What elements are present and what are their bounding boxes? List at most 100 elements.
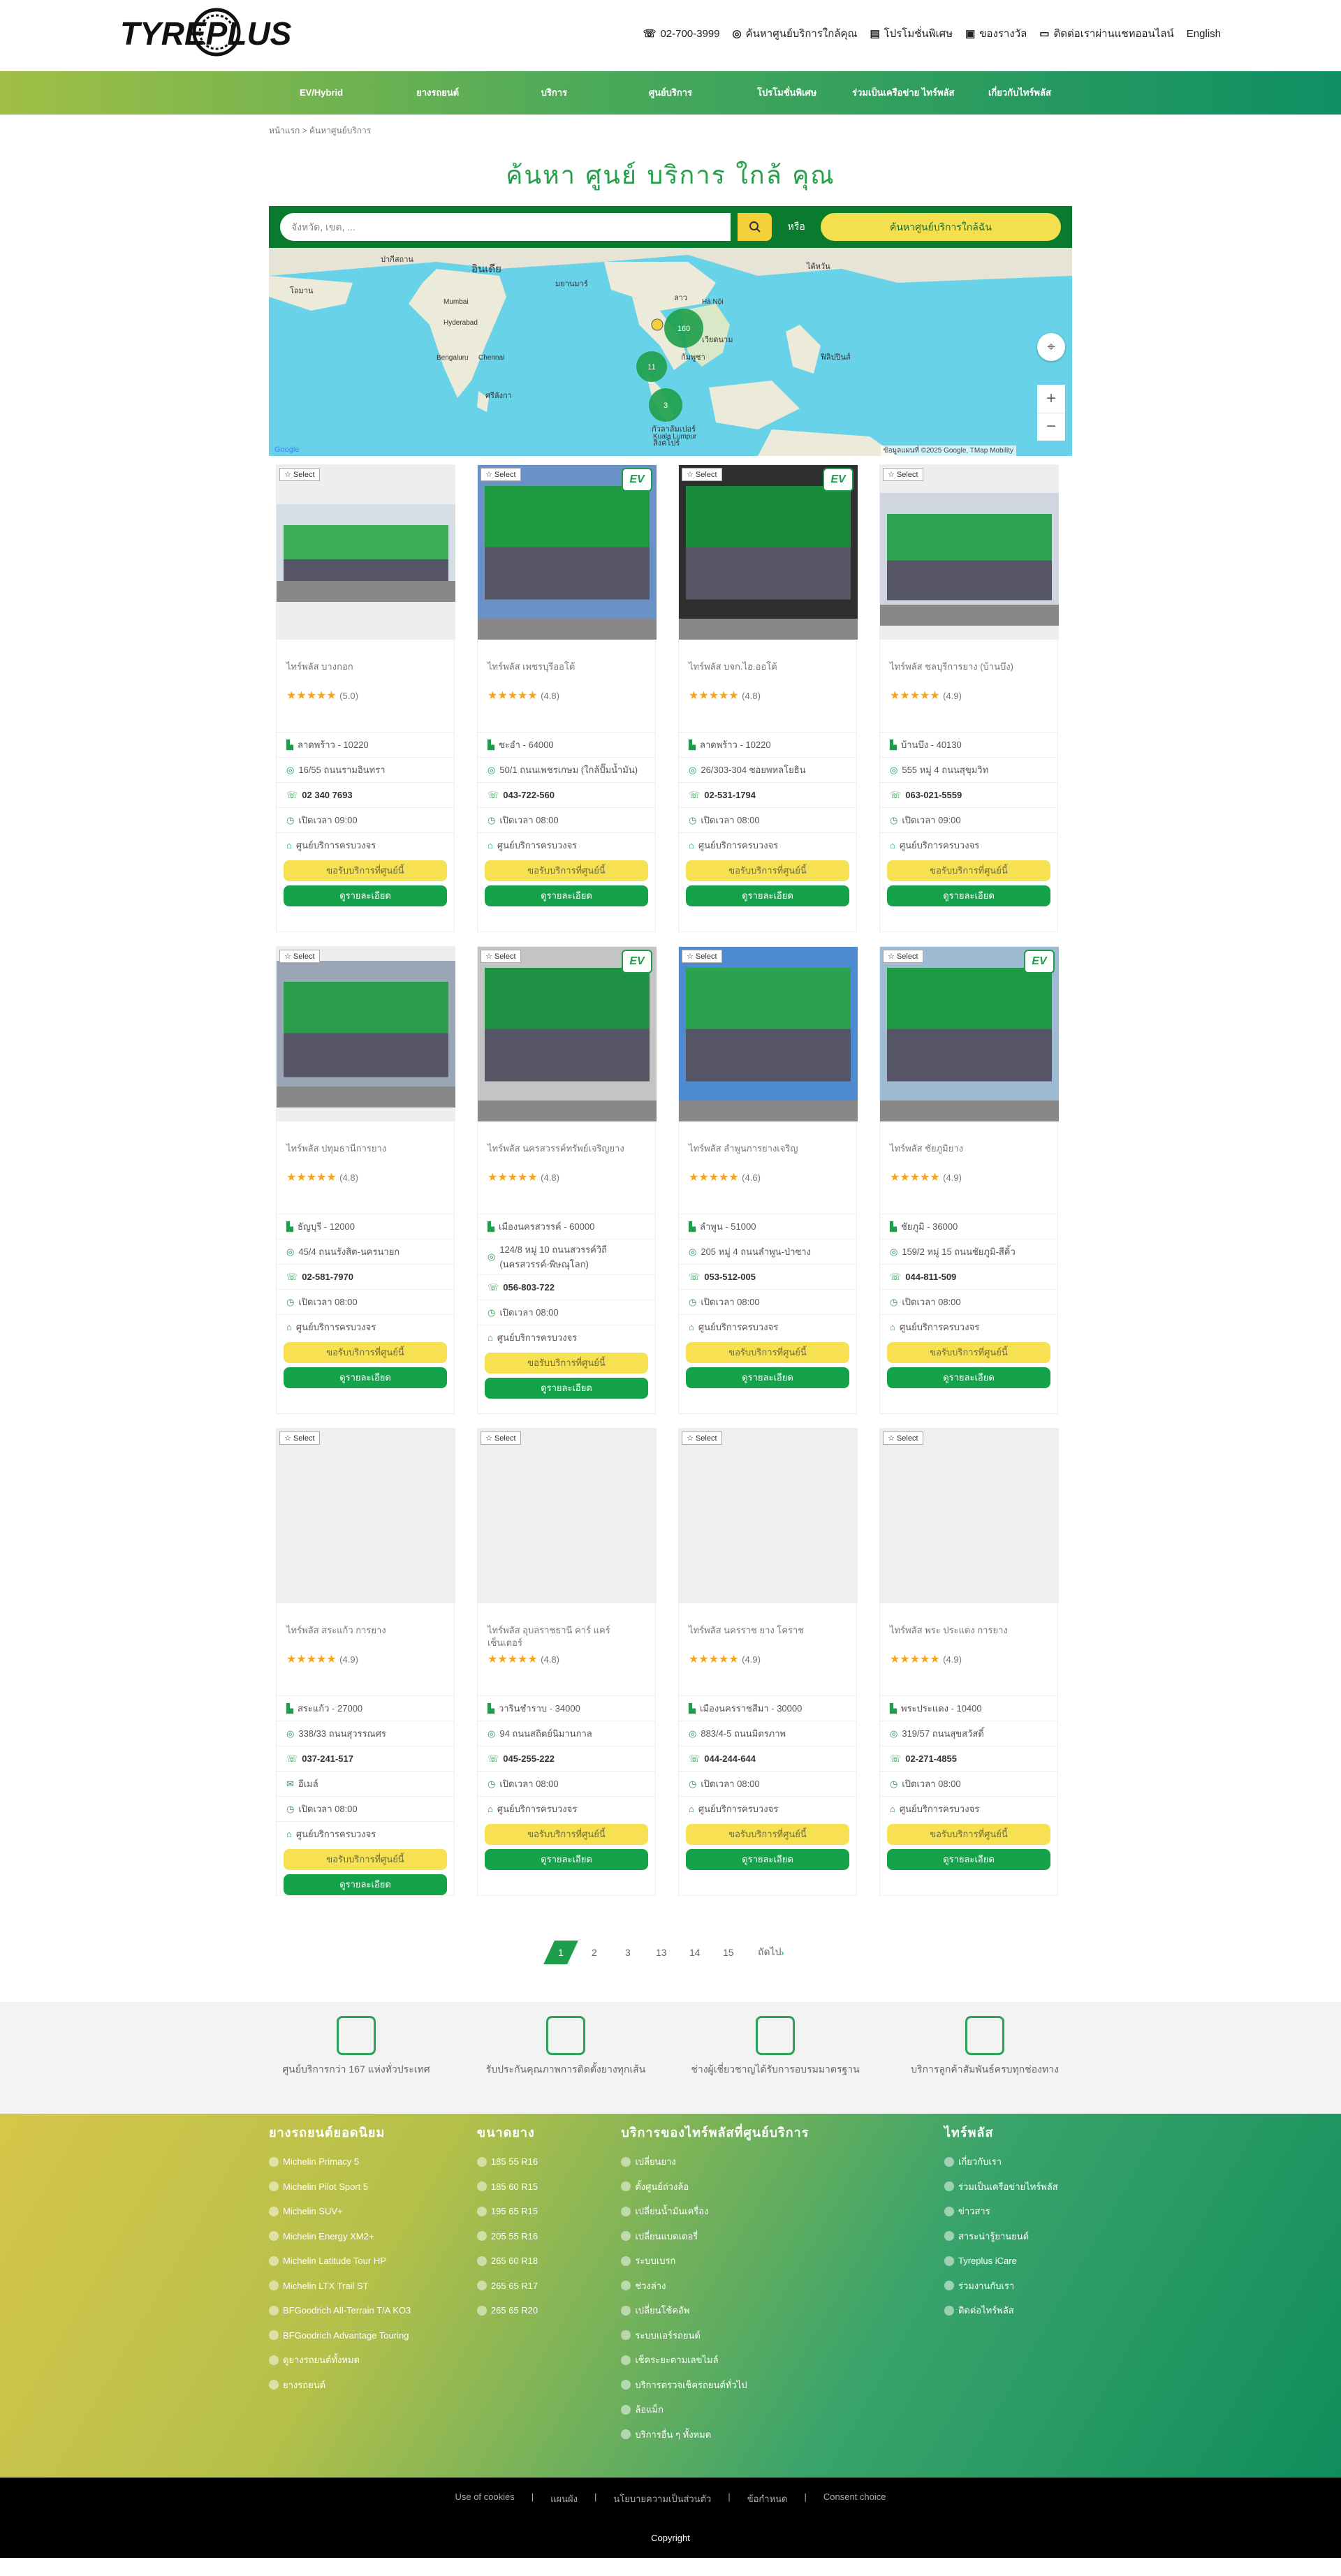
request-service-button[interactable]: ขอรับบริการที่ศูนย์นี้: [887, 1342, 1050, 1363]
near-me-button[interactable]: ค้นหาศูนย์บริการใกล้ฉัน: [820, 213, 1061, 241]
nav-item[interactable]: ศูนย์บริการ: [618, 86, 723, 100]
request-service-button[interactable]: ขอรับบริการที่ศูนย์นี้: [887, 860, 1050, 881]
view-detail-button[interactable]: ดูรายละเอียด: [485, 1378, 648, 1399]
select-button[interactable]: ☆ Select: [481, 950, 521, 963]
store-phone[interactable]: ☏ 044-811-509: [880, 1264, 1057, 1289]
select-button[interactable]: ☆ Select: [883, 950, 923, 963]
page-3[interactable]: 3: [610, 1941, 645, 1964]
request-service-button[interactable]: ขอรับบริการที่ศูนย์นี้: [887, 1824, 1050, 1845]
footer-link[interactable]: ดูยางรถยนต์ทั้งหมด: [269, 2348, 435, 2373]
page-next[interactable]: ถัดไป ›: [745, 1941, 798, 1964]
language-switch[interactable]: English: [1187, 28, 1221, 40]
store-photo[interactable]: ☆ Select: [679, 1429, 858, 1603]
store-phone[interactable]: ☏ 043-722-560: [478, 782, 655, 807]
select-button[interactable]: ☆ Select: [682, 1431, 722, 1445]
footer-link[interactable]: ร่วมเป็นเครือข่ายไทร์พลัส: [944, 2174, 1072, 2200]
page-2[interactable]: 2: [577, 1941, 612, 1964]
store-phone[interactable]: ☏ 02-531-1794: [679, 782, 856, 807]
store-name[interactable]: ไทร์พลัส ปทุมธานีการยาง: [277, 1142, 454, 1170]
store-phone[interactable]: ☏ 02-271-4855: [880, 1746, 1057, 1771]
footer-link[interactable]: ติดต่อไทร์พลัส: [944, 2298, 1072, 2323]
page-1[interactable]: 1: [543, 1941, 578, 1964]
view-detail-button[interactable]: ดูรายละเอียด: [887, 885, 1050, 906]
footer-link[interactable]: บริการตรวจเช็ครถยนต์ทั่วไป: [621, 2373, 902, 2398]
nav-item[interactable]: EV/Hybrid: [269, 86, 374, 100]
nav-item[interactable]: โปรโมชั่นพิเศษ: [735, 86, 840, 100]
footer-link[interactable]: Michelin Energy XM2+: [269, 2224, 435, 2249]
view-detail-button[interactable]: ดูรายละเอียด: [686, 1849, 849, 1870]
footer-link[interactable]: Michelin Latitude Tour HP: [269, 2249, 435, 2274]
request-service-button[interactable]: ขอรับบริการที่ศูนย์นี้: [485, 1353, 648, 1374]
bottom-link[interactable]: ข้อกำหนด: [747, 2492, 788, 2506]
view-detail-button[interactable]: ดูรายละเอียด: [887, 1849, 1050, 1870]
phone-link[interactable]: ☏ 02-700-3999: [643, 27, 720, 41]
footer-link[interactable]: ตั้งศูนย์ถ่วงล้อ: [621, 2174, 902, 2200]
store-name[interactable]: ไทร์พลัส พระ ประแดง การยาง: [880, 1624, 1057, 1652]
bottom-link[interactable]: Use of cookies: [455, 2492, 514, 2506]
store-name[interactable]: ไทร์พลัส อุบลราชธานี คาร์ แคร์ เซ็นเตอร์: [478, 1624, 655, 1652]
footer-link[interactable]: 185 60 R15: [476, 2174, 579, 2200]
request-service-button[interactable]: ขอรับบริการที่ศูนย์นี้: [284, 1342, 447, 1363]
store-name[interactable]: ไทร์พลัส สระแก้ว การยาง: [277, 1624, 454, 1652]
footer-link[interactable]: ร่วมงานกับเรา: [944, 2274, 1072, 2299]
footer-link[interactable]: ยางรถยนต์: [269, 2373, 435, 2398]
store-name[interactable]: ไทร์พลัส บางกอก: [277, 661, 454, 689]
store-photo[interactable]: ☆ Select: [679, 947, 858, 1121]
store-name[interactable]: ไทร์พลัส ชลบุรีการยาง (บ้านบึง): [880, 661, 1057, 689]
store-name[interactable]: ไทร์พลัส ชัยภูมิยาง: [880, 1142, 1057, 1170]
select-button[interactable]: ☆ Select: [481, 468, 521, 481]
view-detail-button[interactable]: ดูรายละเอียด: [284, 1367, 447, 1388]
store-photo[interactable]: ☆ Select: [880, 465, 1059, 640]
request-service-button[interactable]: ขอรับบริการที่ศูนย์นี้: [686, 860, 849, 881]
footer-link[interactable]: เช็คระยะตามเลขไมล์: [621, 2348, 902, 2373]
map-canvas[interactable]: 160 11 3 อินเดีย ปากีสถาน มยานมาร์ ลาว ไ…: [269, 248, 1072, 456]
footer-link[interactable]: Michelin LTX Trail ST: [269, 2274, 435, 2299]
store-name[interactable]: ไทร์พลัส ลำพูนการยางเจริญ: [679, 1142, 856, 1170]
footer-link[interactable]: ระบบเบรก: [621, 2249, 902, 2274]
footer-link[interactable]: 265 65 R17: [476, 2274, 579, 2299]
chat-link[interactable]: ▭ ติดต่อเราผ่านแชทออนไลน์: [1039, 25, 1174, 42]
nav-item[interactable]: ยางรถยนต์: [386, 86, 490, 100]
request-service-button[interactable]: ขอรับบริการที่ศูนย์นี้: [284, 860, 447, 881]
nav-item[interactable]: ร่วมเป็นเครือข่าย ไทร์พลัส: [851, 86, 955, 100]
footer-link[interactable]: Michelin Primacy 5: [269, 2149, 435, 2174]
store-photo[interactable]: ☆ Select: [478, 1429, 657, 1603]
request-service-button[interactable]: ขอรับบริการที่ศูนย์นี้: [485, 860, 648, 881]
select-button[interactable]: ☆ Select: [481, 1431, 521, 1445]
map-marker[interactable]: [651, 318, 664, 331]
footer-link[interactable]: Tyreplus iCare: [944, 2249, 1072, 2274]
select-button[interactable]: ☆ Select: [279, 950, 320, 963]
store-photo[interactable]: ☆ Select: [277, 947, 455, 1121]
select-button[interactable]: ☆ Select: [682, 950, 722, 963]
footer-link[interactable]: 205 55 R16: [476, 2224, 579, 2249]
footer-link[interactable]: BFGoodrich All-Terrain T/A KO3: [269, 2298, 435, 2323]
store-photo[interactable]: ☆ Select: [277, 465, 455, 640]
request-service-button[interactable]: ขอรับบริการที่ศูนย์นี้: [485, 1824, 648, 1845]
locate-me-button[interactable]: ⌖: [1037, 333, 1065, 361]
view-detail-button[interactable]: ดูรายละเอียด: [284, 885, 447, 906]
bottom-link[interactable]: นโยบายความเป็นส่วนตัว: [613, 2492, 711, 2506]
bottom-link[interactable]: แผนผัง: [550, 2492, 578, 2506]
store-photo[interactable]: ☆ Select: [880, 1429, 1059, 1603]
page-14[interactable]: 14: [677, 1941, 712, 1964]
store-photo[interactable]: EV ☆ Select: [880, 947, 1059, 1121]
request-service-button[interactable]: ขอรับบริการที่ศูนย์นี้: [686, 1342, 849, 1363]
tyreplus-logo[interactable]: TYREPLUS: [117, 6, 307, 61]
request-service-button[interactable]: ขอรับบริการที่ศูนย์นี้: [284, 1849, 447, 1870]
store-name[interactable]: ไทร์พลัส บจก.ไฮ.ออโต้: [679, 661, 856, 689]
select-button[interactable]: ☆ Select: [279, 1431, 320, 1445]
footer-link[interactable]: เปลี่ยนโช้คอัพ: [621, 2298, 902, 2323]
footer-link[interactable]: BFGoodrich Advantage Touring: [269, 2323, 435, 2348]
store-phone[interactable]: ☏ 056-803-722: [478, 1274, 655, 1300]
store-phone[interactable]: ☏ 063-021-5559: [880, 782, 1057, 807]
footer-link[interactable]: 265 60 R18: [476, 2249, 579, 2274]
search-input[interactable]: จังหวัด, เขต, ...: [280, 213, 731, 241]
footer-link[interactable]: Michelin SUV+: [269, 2199, 435, 2224]
select-button[interactable]: ☆ Select: [682, 468, 722, 481]
page-15[interactable]: 15: [711, 1941, 746, 1964]
store-phone[interactable]: ☏ 02-581-7970: [277, 1264, 454, 1289]
footer-link[interactable]: Michelin Pilot Sport 5: [269, 2174, 435, 2200]
store-photo[interactable]: EV ☆ Select: [478, 465, 657, 640]
select-button[interactable]: ☆ Select: [883, 468, 923, 481]
store-phone[interactable]: ☏ 044-244-644: [679, 1746, 856, 1771]
